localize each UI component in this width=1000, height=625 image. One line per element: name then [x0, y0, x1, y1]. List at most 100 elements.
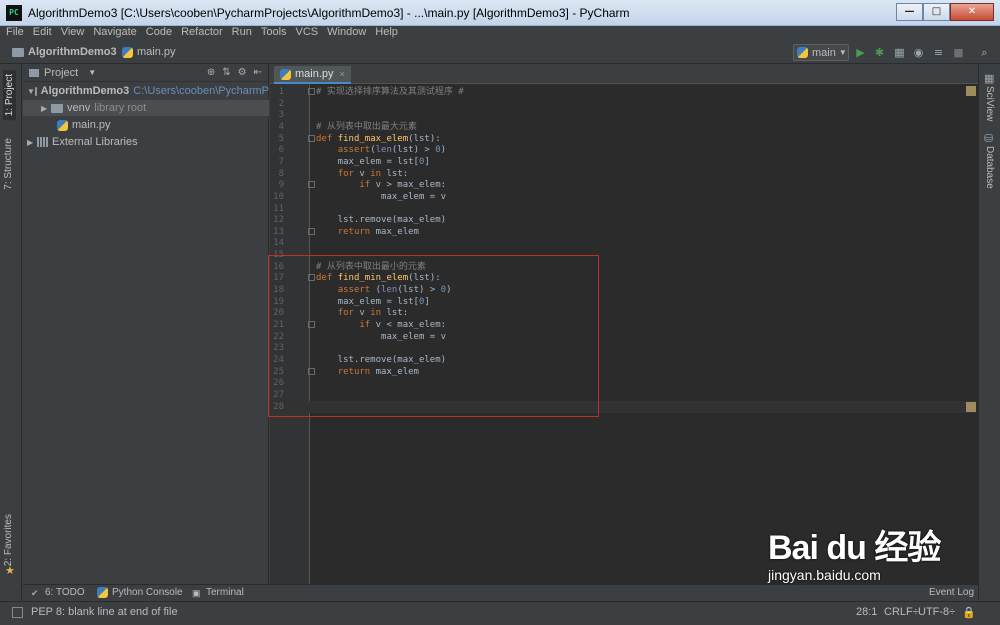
code-line[interactable]: 16 # 从列表中取出最小的元素 — [270, 261, 976, 273]
tree-item-main-py[interactable]: main.py — [23, 117, 269, 133]
editor-tab-bar: main.py × — [270, 64, 978, 84]
menu-run[interactable]: Run — [232, 26, 252, 41]
code-line[interactable]: 11 — [270, 203, 976, 215]
tree-item-venv[interactable]: ▶ venv library root — [23, 100, 269, 116]
menu-tools[interactable]: Tools — [261, 26, 287, 41]
menu-refactor[interactable]: Refactor — [181, 26, 223, 41]
line-number: 7 — [278, 156, 284, 167]
inspection-status-icon[interactable] — [966, 86, 976, 96]
run-configuration-select[interactable]: main ▼ — [793, 44, 849, 61]
code-line[interactable]: 3 — [270, 109, 976, 121]
code-line[interactable]: 8 for v in lst: — [270, 168, 976, 180]
tab-main-py[interactable]: main.py × — [274, 66, 351, 84]
gear-icon[interactable]: ⚙ — [238, 67, 247, 78]
tab-project[interactable]: 1: Project — [3, 70, 16, 121]
tab-sciview[interactable]: SciView — [984, 86, 995, 121]
breadcrumb-file[interactable]: main.py — [122, 46, 176, 58]
tool-todo[interactable]: ✔ 6: TODO — [31, 587, 85, 598]
chevron-down-icon[interactable]: ▼ — [88, 68, 96, 77]
fold-marker-icon[interactable] — [308, 88, 315, 95]
code-line[interactable]: 27 — [270, 389, 976, 401]
code-line[interactable]: 23 — [270, 342, 976, 354]
coverage-icon[interactable]: ▦ — [893, 46, 906, 59]
tool-terminal[interactable]: ▣ Terminal — [192, 587, 244, 598]
breadcrumb-project[interactable]: AlgorithmDemo3 — [12, 46, 117, 58]
code-line[interactable]: 17 def find_min_elem(lst): — [270, 272, 976, 284]
collapse-icon[interactable]: ⇅ — [222, 67, 230, 78]
code-line[interactable]: 14 — [270, 237, 976, 249]
line-number: 19 — [273, 296, 284, 307]
error-stripe-marker[interactable] — [966, 402, 976, 412]
code-line[interactable]: 13 return max_elem — [270, 226, 976, 238]
maximize-button[interactable]: □ — [923, 3, 950, 21]
expand-arrow-icon[interactable]: ▶ — [41, 104, 51, 113]
menu-help[interactable]: Help — [375, 26, 398, 41]
tab-favorites[interactable]: 2: Favorites — [3, 514, 14, 566]
library-icon — [37, 137, 48, 147]
code-line[interactable]: 5 def find_max_elem(lst): — [270, 133, 976, 145]
run-icon[interactable]: ▶ — [854, 46, 867, 59]
code-line[interactable]: 15 — [270, 249, 976, 261]
menu-file[interactable]: File — [6, 26, 24, 41]
search-icon[interactable]: ⌕ — [978, 46, 991, 59]
hide-icon[interactable]: ⇤ — [254, 67, 262, 78]
fold-marker-icon[interactable] — [308, 321, 315, 328]
code-line[interactable]: 9 if v > max_elem: — [270, 179, 976, 191]
tab-database[interactable]: Database — [984, 146, 995, 189]
expand-arrow-icon[interactable]: ▼ — [27, 87, 35, 96]
code-text: assert(len(lst) > 0) — [337, 145, 447, 156]
menu-edit[interactable]: Edit — [33, 26, 52, 41]
code-line[interactable]: 2 — [270, 98, 976, 110]
close-tab-icon[interactable]: × — [340, 69, 345, 79]
line-number: 21 — [273, 320, 284, 330]
menu-view[interactable]: View — [61, 26, 85, 41]
code-line[interactable]: 26 — [270, 377, 976, 389]
line-separator[interactable]: CRLF÷ — [884, 606, 919, 618]
code-line[interactable]: 25 return max_elem — [270, 366, 976, 378]
code-line[interactable]: 21 if v < max_elem: — [270, 319, 976, 331]
code-line[interactable]: 1 # 实现选择排序算法及其测试程序 # — [270, 86, 976, 98]
code-line[interactable]: 19 max_elem = lst[0] — [270, 296, 976, 308]
profile-icon[interactable]: ◉ — [912, 46, 925, 59]
file-encoding[interactable]: UTF-8÷ — [918, 606, 955, 618]
tree-item-external-libraries[interactable]: ▶ External Libraries — [23, 134, 269, 150]
fold-marker-icon[interactable] — [308, 367, 315, 375]
line-number: 3 — [278, 110, 284, 121]
menu-vcs[interactable]: VCS — [296, 26, 319, 41]
code-editor[interactable]: 1 # 实现选择排序算法及其测试程序 #2 3 4 # 从列表中取出最大元素 5 def f… — [270, 84, 978, 584]
code-line[interactable]: 24 lst.remove(max_elem) — [270, 354, 976, 366]
tool-event-log[interactable]: Event Log — [929, 587, 974, 598]
fold-marker-icon[interactable] — [308, 134, 315, 142]
expand-arrow-icon[interactable]: ▶ — [27, 138, 37, 147]
close-button[interactable]: ✕ — [950, 3, 994, 21]
code-line[interactable]: 4 # 从列表中取出最大元素 — [270, 121, 976, 133]
menu-navigate[interactable]: Navigate — [93, 26, 136, 41]
code-line[interactable]: 22 max_elem = v — [270, 331, 976, 343]
tree-item-project-root[interactable]: ▼ AlgorithmDemo3 C:\Users\cooben\Pycharm… — [23, 83, 269, 99]
debug-icon[interactable]: ✱ — [873, 46, 886, 59]
menu-window[interactable]: Window — [327, 26, 366, 41]
window-title: AlgorithmDemo3 [C:\Users\cooben\PycharmP… — [28, 6, 630, 20]
code-line[interactable]: 28 — [270, 400, 976, 413]
build-icon[interactable]: ≡ — [932, 46, 945, 59]
code-line[interactable]: 12 lst.remove(max_elem) — [270, 214, 976, 226]
code-line[interactable]: 20 for v in lst: — [270, 307, 976, 319]
code-line[interactable]: 6 assert(len(lst) > 0) — [270, 144, 976, 156]
code-line[interactable]: 7 max_elem = lst[0] — [270, 156, 976, 168]
code-line[interactable]: 10 max_elem = v — [270, 191, 976, 203]
menu-code[interactable]: Code — [146, 26, 172, 41]
lock-icon[interactable]: 🔒 — [962, 606, 976, 619]
tab-structure[interactable]: 7: Structure — [3, 138, 14, 190]
caret-position[interactable]: 28:1 — [856, 606, 877, 618]
fold-marker-icon[interactable] — [308, 181, 315, 189]
minimize-button[interactable]: — — [896, 3, 923, 21]
tool-python-console[interactable]: Python Console — [97, 587, 183, 598]
stop-icon[interactable]: ■ — [952, 46, 965, 59]
tool-windows-toggle-icon[interactable] — [12, 607, 23, 618]
project-panel-title[interactable]: Project — [44, 67, 78, 79]
sync-icon[interactable]: ⊕ — [207, 67, 215, 78]
fold-marker-icon[interactable] — [308, 227, 315, 235]
fold-marker-icon[interactable] — [308, 274, 315, 282]
code-line[interactable]: 18 assert (len(lst) > 0) — [270, 284, 976, 296]
line-number: 8 — [278, 168, 284, 179]
